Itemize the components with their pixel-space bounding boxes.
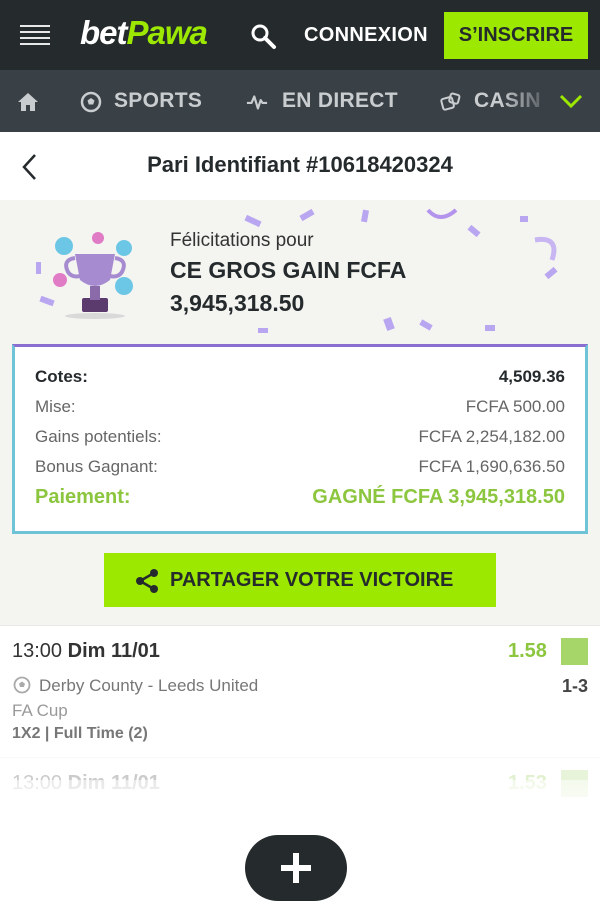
payout-value: GAGNÉ FCFA 3,945,318.50 [312, 486, 565, 508]
nav-sports-label: SPORTS [114, 89, 203, 112]
event-time: 13:00 [12, 640, 63, 662]
trophy-icon [53, 232, 133, 319]
soccer-ball-icon [80, 91, 102, 113]
win-amount: 3,945,318.50 [170, 290, 305, 316]
nav-live[interactable]: EN DIRECT [246, 70, 398, 132]
share-victory-button[interactable]: PARTAGER VOTRE VICTOIRE [104, 553, 496, 607]
login-button[interactable]: CONNEXION [298, 17, 434, 53]
event-date: Dim 11/01 [67, 640, 160, 662]
event-market: 1X2 | Full Time (2) [12, 725, 148, 742]
chevron-down-icon[interactable] [558, 90, 584, 112]
share-icon [136, 569, 158, 593]
nav-home[interactable] [17, 70, 41, 132]
odds-value: 4,509.36 [498, 367, 565, 386]
nav-sports[interactable]: SPORTS [80, 70, 202, 132]
event-datetime: 13:00 Dim 11/01 [12, 640, 160, 663]
nav-live-label: EN DIRECT [282, 89, 398, 112]
win-section: Félicitations pour CE GROS GAIN FCFA 3,9… [0, 200, 600, 625]
potential-winnings-label: Gains potentiels: [35, 427, 162, 446]
logo-text-bet: bet [80, 14, 127, 51]
win-bonus-value: FCFA 1,690,636.50 [418, 457, 566, 476]
bet-event[interactable]: 13:00 Dim 11/01 1.58 Derby County - Leed… [0, 625, 600, 757]
potential-winnings-value: FCFA 2,254,182.00 [418, 427, 566, 446]
main-navigation: SPORTS EN DIRECT CASIN [0, 70, 600, 132]
hamburger-menu-icon[interactable] [20, 25, 50, 47]
win-bonus-row: Bonus Gagnant: FCFA 1,690,636.50 [35, 457, 565, 483]
won-status-indicator [561, 638, 588, 665]
congrats-text: Félicitations pour [170, 230, 314, 251]
home-icon [18, 93, 38, 111]
payout-row: Paiement: GAGNÉ FCFA 3,945,318.50 [35, 486, 565, 512]
event-league: FA Cup [12, 701, 68, 720]
win-bonus-label: Bonus Gagnant: [35, 457, 158, 476]
odds-row: Cotes: 4,509.36 [35, 367, 565, 393]
plus-icon [281, 853, 311, 883]
pulse-icon [246, 95, 268, 110]
payout-label: Paiement: [35, 486, 131, 508]
big-win-headline: CE GROS GAIN FCFA [170, 257, 407, 283]
event-teams: Derby County - Leeds United [39, 676, 259, 695]
signup-button[interactable]: S’INSCRIRE [444, 12, 588, 59]
top-header: betPawa CONNEXION S’INSCRIRE [0, 0, 600, 70]
stake-label: Mise: [35, 397, 76, 416]
betpawa-logo[interactable]: betPawa [80, 14, 208, 52]
potential-winnings-row: Gains potentiels: FCFA 2,254,182.00 [35, 427, 565, 453]
page-title-bar: Pari Identifiant #10618420324 [0, 132, 600, 200]
event-odd: 1.58 [508, 640, 547, 662]
dice-icon [440, 92, 461, 111]
add-button[interactable] [245, 835, 347, 901]
odds-label: Cotes: [35, 367, 88, 386]
search-icon[interactable] [248, 22, 278, 52]
bet-summary-box: Cotes: 4,509.36 Mise: FCFA 500.00 Gains … [12, 344, 588, 534]
page-title: Pari Identifiant #10618420324 [147, 152, 453, 177]
share-victory-label: PARTAGER VOTRE VICTOIRE [170, 569, 454, 591]
nav-fade [500, 70, 600, 132]
logo-text-pawa: Pawa [126, 14, 208, 51]
stake-row: Mise: FCFA 500.00 [35, 397, 565, 423]
stake-value: FCFA 500.00 [465, 397, 565, 416]
event-score: 1-3 [561, 676, 588, 696]
soccer-ball-icon [13, 676, 31, 694]
